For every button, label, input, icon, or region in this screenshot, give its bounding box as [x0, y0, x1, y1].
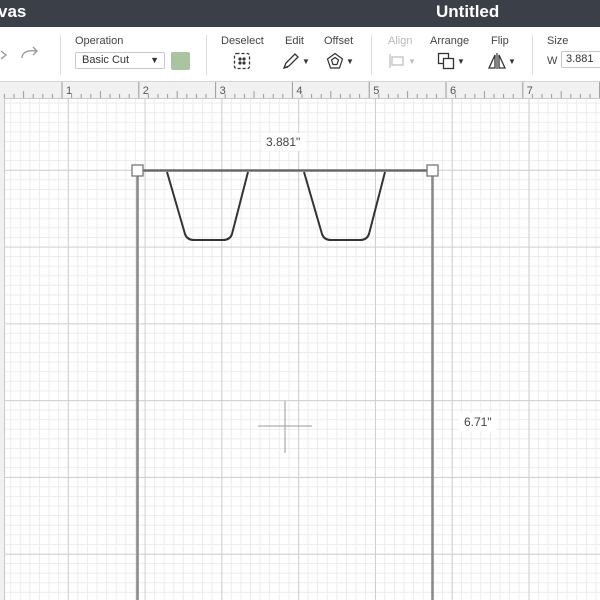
deselect-label: Deselect — [221, 35, 264, 47]
align-icon — [389, 54, 404, 68]
resize-handle-top-right[interactable] — [426, 164, 439, 177]
flip-icon — [488, 53, 506, 69]
offset-button[interactable]: ▼ — [326, 51, 354, 71]
ruler-number: 6 — [450, 85, 456, 97]
ruler-number: 3 — [220, 85, 226, 97]
align-button[interactable]: ▼ — [388, 51, 416, 71]
deselect-icon — [233, 52, 251, 70]
undo-redo-icons — [0, 46, 38, 60]
center-crosshair — [258, 401, 312, 453]
chevron-down-icon: ▼ — [302, 56, 310, 66]
arrange-label: Arrange — [430, 35, 470, 47]
toolbar-divider — [532, 35, 533, 75]
size-label: Size — [547, 35, 569, 47]
ruler-number: 2 — [143, 85, 149, 97]
toolbar-divider — [371, 35, 372, 75]
flip-label: Flip — [491, 35, 509, 47]
operation-label: Operation — [75, 35, 124, 47]
width-dimension-label: 3.881" — [261, 133, 306, 151]
align-label: Align — [388, 35, 413, 47]
offset-icon — [326, 52, 344, 69]
title-bar: vas Untitled — [0, 0, 600, 27]
operation-value: Basic Cut — [82, 54, 130, 66]
chevron-down-icon: ▼ — [408, 56, 416, 66]
toolbar: Operation Basic Cut ▼ Deselect Edit ▼ Of… — [0, 27, 600, 82]
design-canvas[interactable]: 3.881" 6.71" — [5, 99, 600, 600]
flip-button[interactable]: ▼ — [488, 51, 516, 71]
ruler-number: 1 — [66, 85, 72, 97]
cup-shape-left[interactable] — [166, 171, 249, 241]
document-title: Untitled — [436, 2, 500, 21]
chevron-down-icon: ▼ — [457, 56, 465, 66]
height-dimension-label: 6.71" — [459, 413, 497, 431]
color-swatch[interactable] — [171, 52, 190, 70]
resize-handle-top-left[interactable] — [131, 164, 144, 177]
ruler-number: 7 — [527, 85, 533, 97]
undo-icon[interactable] — [0, 50, 8, 60]
arrange-button[interactable]: ▼ — [437, 51, 465, 71]
operation-select[interactable]: Basic Cut ▼ — [75, 52, 165, 69]
width-input[interactable]: 3.881 — [561, 51, 600, 68]
canvas-artwork — [131, 164, 439, 600]
toolbar-divider — [60, 35, 61, 75]
chevron-down-icon: ▼ — [508, 56, 516, 66]
title-bar-fragment: vas — [0, 2, 27, 21]
top-ruler: 1 2 3 4 5 6 7 — [0, 82, 600, 99]
arrange-icon — [437, 52, 455, 70]
ruler-ticks: 1 2 3 4 5 6 7 — [3, 82, 600, 98]
deselect-button[interactable] — [233, 51, 251, 71]
cup-shape-right[interactable] — [303, 171, 386, 241]
chevron-down-icon: ▼ — [150, 55, 159, 65]
width-label: W — [547, 55, 558, 67]
pen-icon — [282, 53, 299, 70]
edit-button[interactable]: ▼ — [282, 51, 310, 71]
chevron-down-icon: ▼ — [346, 56, 354, 66]
toolbar-divider — [206, 35, 207, 75]
ruler-number: 5 — [373, 85, 379, 97]
edit-label: Edit — [285, 35, 304, 47]
selection-box[interactable] — [136, 169, 434, 600]
redo-icon[interactable] — [21, 46, 38, 59]
ruler-number: 4 — [296, 85, 302, 97]
offset-label: Offset — [324, 35, 354, 47]
